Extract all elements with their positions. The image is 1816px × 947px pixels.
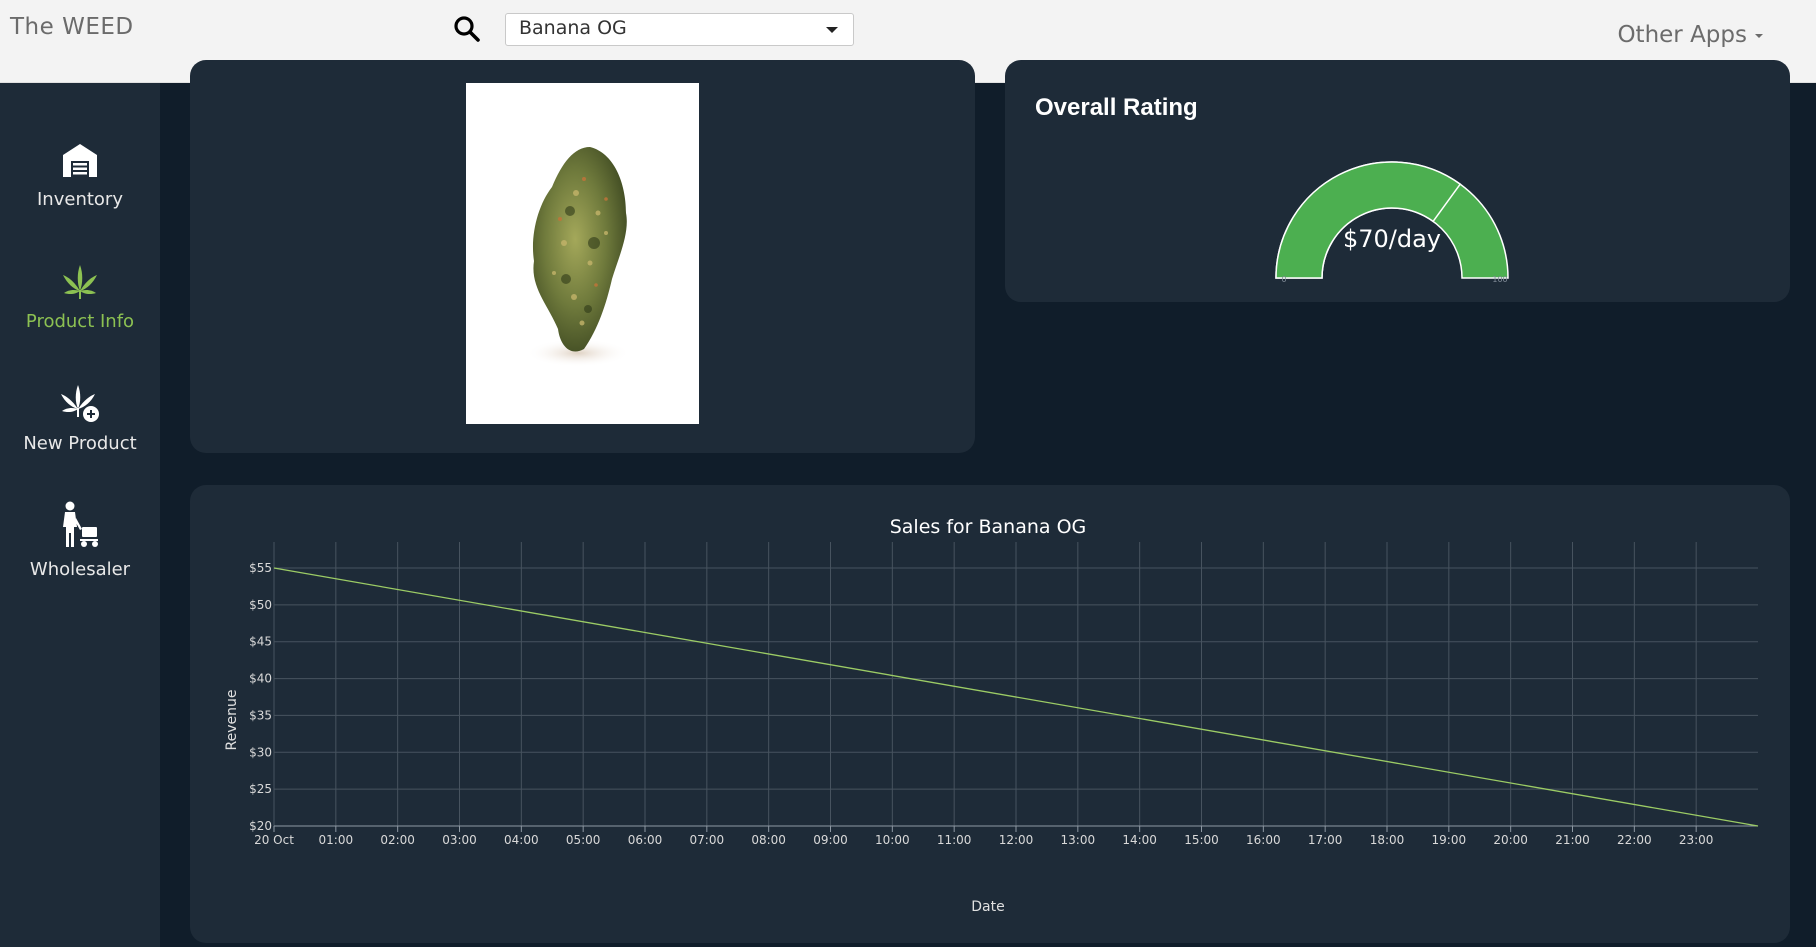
y-tick-label: $30 (249, 745, 272, 759)
cart-person-icon (63, 501, 98, 547)
gauge-max-label: 100 (1492, 275, 1507, 283)
x-tick-label: 05:00 (566, 833, 601, 847)
rating-gauge: $70/day 0 100 (1275, 161, 1509, 283)
warehouse-icon (63, 144, 97, 177)
product-select-value: Banana OG (519, 17, 627, 39)
x-tick-label: 08:00 (751, 833, 786, 847)
chart-title: Sales for Banana OG (890, 516, 1087, 538)
x-tick-label: 10:00 (875, 833, 910, 847)
add-leaf-icon (61, 385, 99, 422)
x-tick-label: 20 Oct (254, 833, 294, 847)
app-title[interactable]: The WEED (10, 14, 134, 40)
sales-line-chart: $20 $25 $30 $35 $40 $45 $50 $55 20 Oct 01:00 02:00… (224, 516, 1759, 915)
y-tick-label: $50 (249, 598, 272, 612)
caret-down-icon (1755, 33, 1763, 38)
sidebar-item-label: Product Info (25, 311, 135, 332)
x-tick-label: 17:00 (1308, 833, 1343, 847)
x-tick-label: 09:00 (813, 833, 848, 847)
x-tick-label: 13:00 (1061, 833, 1096, 847)
x-tick-label: 04:00 (504, 833, 539, 847)
x-tick-label: 14:00 (1122, 833, 1157, 847)
product-select[interactable]: Banana OG (505, 13, 854, 46)
x-tick-label: 03:00 (442, 833, 477, 847)
x-tick-label: 22:00 (1617, 833, 1652, 847)
x-tick-label: 18:00 (1370, 833, 1405, 847)
sidebar-item-product-info[interactable]: Product Info (0, 263, 160, 332)
x-tick-label: 07:00 (690, 833, 725, 847)
y-axis-label: Revenue (224, 690, 240, 751)
x-tick-label: 19:00 (1432, 833, 1467, 847)
sidebar: Inventory Product Info New Product Whole… (0, 83, 160, 947)
x-tick-label: 16:00 (1246, 833, 1281, 847)
x-tick-label: 01:00 (319, 833, 354, 847)
y-tick-label: $55 (249, 561, 272, 575)
x-tick-label: 20:00 (1493, 833, 1528, 847)
product-photo (466, 83, 699, 424)
x-tick-label: 12:00 (999, 833, 1034, 847)
chart-axes: $20 $25 $30 $35 $40 $45 $50 $55 20 Oct 01:00 02:00… (249, 561, 1758, 847)
y-tick-label: $25 (249, 782, 272, 796)
x-tick-label: 06:00 (628, 833, 663, 847)
search-icon[interactable] (453, 15, 481, 43)
gauge-value-label: $70/day (1343, 225, 1441, 253)
x-tick-label: 11:00 (937, 833, 972, 847)
sidebar-item-new-product[interactable]: New Product (0, 383, 160, 454)
x-tick-label: 02:00 (380, 833, 415, 847)
y-tick-label: $20 (249, 819, 272, 833)
other-apps-label: Other Apps (1617, 22, 1747, 48)
y-tick-label: $45 (249, 635, 272, 649)
x-tick-label: 23:00 (1679, 833, 1714, 847)
sidebar-item-label: Inventory (37, 189, 123, 210)
chevron-down-icon (826, 27, 838, 33)
y-tick-label: $35 (249, 708, 272, 722)
other-apps-menu[interactable]: Other Apps (1617, 22, 1763, 48)
x-tick-label: 15:00 (1184, 833, 1219, 847)
sidebar-item-inventory[interactable]: Inventory (0, 141, 160, 210)
x-tick-label: 21:00 (1555, 833, 1590, 847)
gauge-fill (1275, 161, 1462, 279)
chart-grid (273, 542, 1758, 827)
sidebar-item-label: Wholesaler (29, 559, 131, 580)
sales-chart-card: $20 $25 $30 $35 $40 $45 $50 $55 20 Oct 01:00 02:00… (190, 485, 1790, 943)
rating-title: Overall Rating (1035, 94, 1198, 121)
sidebar-item-wholesaler[interactable]: Wholesaler (0, 501, 160, 580)
cannabis-leaf-icon (63, 265, 97, 299)
gauge-min-label: 0 (1281, 275, 1286, 283)
x-axis-label: Date (971, 899, 1004, 915)
sidebar-item-label: New Product (23, 433, 137, 454)
cannabis-bud-image (526, 147, 630, 367)
y-tick-label: $40 (249, 672, 272, 686)
overall-rating-card: Overall Rating $70/day 0 100 (1005, 60, 1790, 302)
